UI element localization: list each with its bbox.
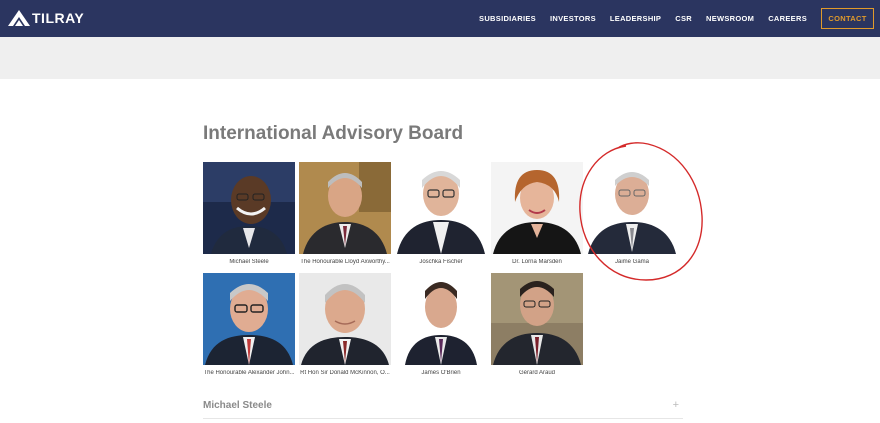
page-title: International Advisory Board <box>203 123 464 144</box>
member-card[interactable]: Rt Hon Sir Donald McKinnon, O... <box>299 273 391 376</box>
member-photo <box>491 162 583 254</box>
hero-band <box>0 37 880 79</box>
member-photo <box>586 162 678 254</box>
nav-investors[interactable]: INVESTORS <box>550 14 596 23</box>
plus-icon[interactable]: + <box>673 399 679 411</box>
member-card[interactable]: Michael Steele <box>203 162 295 265</box>
member-name: James O'Brien <box>421 370 461 376</box>
nav-csr[interactable]: CSR <box>675 14 692 23</box>
member-card[interactable]: Jaime Gama <box>586 162 678 265</box>
member-name: Michael Steele <box>229 259 269 265</box>
member-card[interactable]: Joschka Fischer <box>395 162 487 265</box>
nav-careers[interactable]: CAREERS <box>768 14 807 23</box>
member-name: The Honourable Alexander John... <box>203 370 295 376</box>
member-name: The Honourable Lloyd Axworthy... <box>300 259 390 265</box>
nav-subsidiaries[interactable]: SUBSIDIARIES <box>479 14 536 23</box>
member-card[interactable]: Gérard Araud <box>491 273 583 376</box>
member-photo <box>395 162 487 254</box>
member-photo <box>491 273 583 365</box>
tilray-logo[interactable]: TILRAY <box>8 9 84 27</box>
member-name: Dr. Lorna Marsden <box>512 259 562 265</box>
nav-newsroom[interactable]: NEWSROOM <box>706 14 754 23</box>
member-card[interactable]: Dr. Lorna Marsden <box>491 162 583 265</box>
member-card[interactable]: James O'Brien <box>395 273 487 376</box>
member-name: Jaime Gama <box>614 259 649 265</box>
member-name: Joschka Fischer <box>419 259 463 265</box>
member-photo <box>299 162 391 254</box>
member-photo <box>299 273 391 365</box>
contact-button[interactable]: CONTACT <box>821 8 874 29</box>
member-photo <box>395 273 487 365</box>
member-card[interactable]: The Honourable Lloyd Axworthy... <box>299 162 391 265</box>
logo-mark-icon <box>8 10 30 26</box>
member-photo <box>203 273 295 365</box>
site-header: TILRAY SUBSIDIARIES INVESTORS LEADERSHIP… <box>0 0 880 37</box>
member-card[interactable]: The Honourable Alexander John... <box>203 273 295 376</box>
member-photo <box>203 162 295 254</box>
member-name: Rt Hon Sir Donald McKinnon, O... <box>300 370 390 376</box>
main-nav: SUBSIDIARIES INVESTORS LEADERSHIP CSR NE… <box>465 0 807 37</box>
nav-leadership[interactable]: LEADERSHIP <box>610 14 661 23</box>
logo-text: TILRAY <box>32 10 85 26</box>
member-name: Gérard Araud <box>518 370 556 376</box>
accordion-label: Michael Steele <box>203 400 272 411</box>
accordion-item[interactable]: Michael Steele + <box>203 395 683 419</box>
